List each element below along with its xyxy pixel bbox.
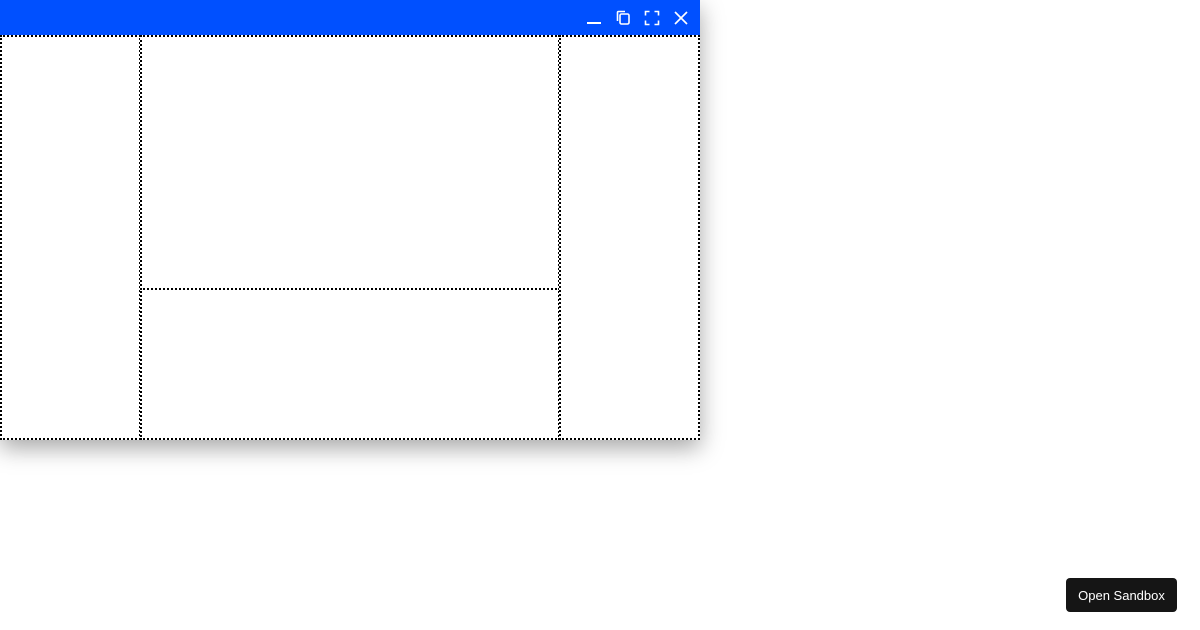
pane-layout	[0, 35, 700, 440]
open-sandbox-button[interactable]: Open Sandbox	[1066, 578, 1177, 612]
minimize-icon	[587, 21, 601, 24]
close-button[interactable]	[670, 7, 692, 29]
center-bottom-pane	[140, 288, 560, 440]
restore-icon	[616, 10, 630, 25]
fullscreen-button[interactable]	[641, 7, 663, 29]
left-pane	[0, 35, 141, 440]
title-bar	[0, 0, 700, 35]
close-icon	[674, 10, 688, 25]
minimize-button[interactable]	[583, 7, 605, 29]
app-window	[0, 0, 700, 440]
fullscreen-icon	[644, 10, 660, 25]
right-pane	[559, 35, 700, 440]
center-top-pane	[140, 35, 560, 290]
restore-button[interactable]	[612, 7, 634, 29]
